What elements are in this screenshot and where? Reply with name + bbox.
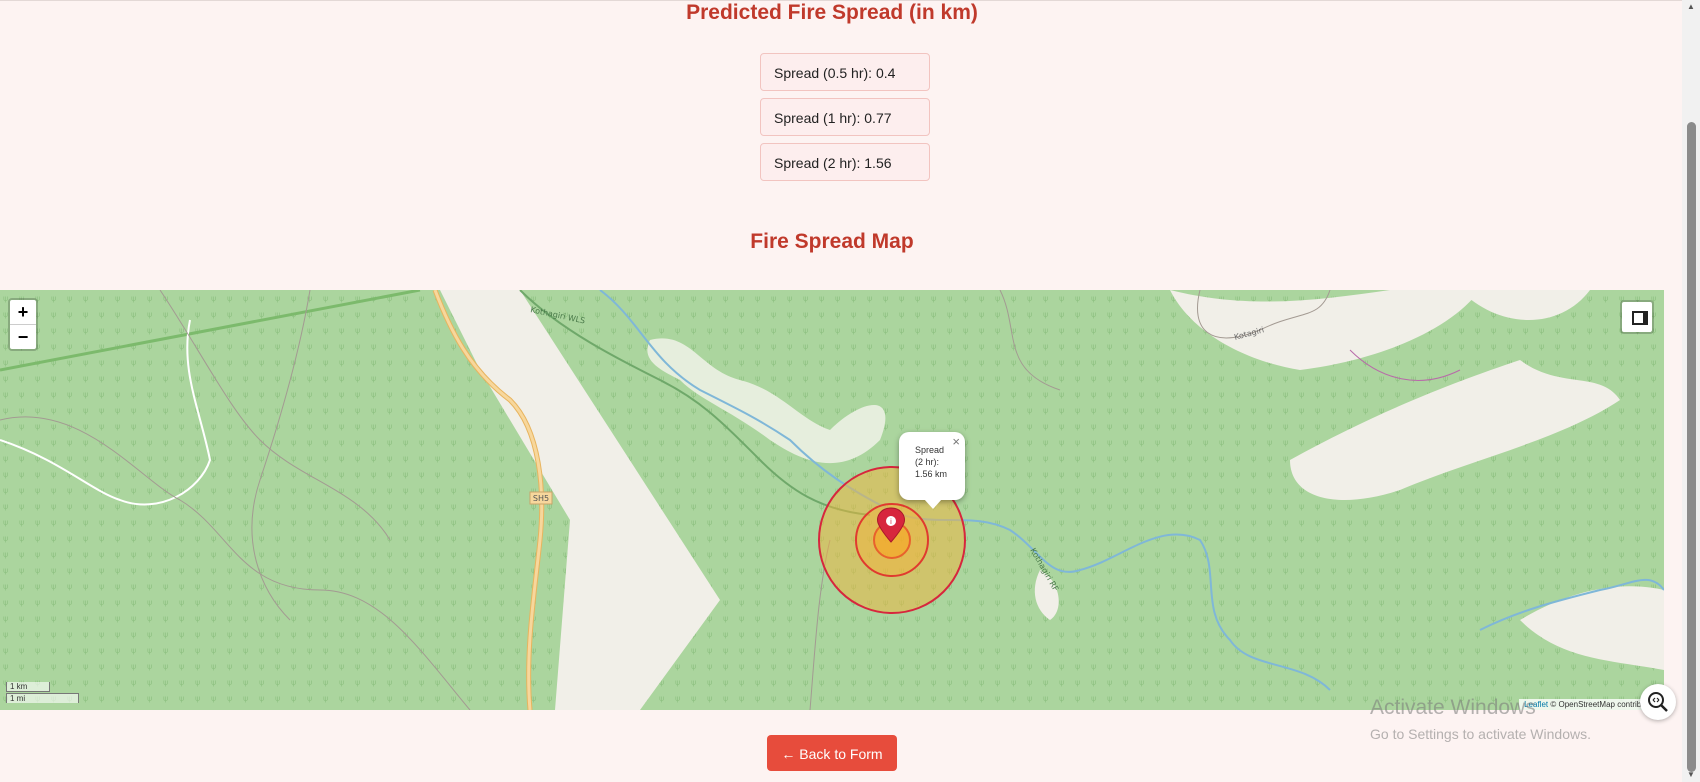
magnifier-icon[interactable]	[1640, 684, 1676, 720]
road-label-sh5: SH5	[533, 494, 549, 503]
scale-mi: 1 mi	[6, 693, 79, 703]
zoom-control: + −	[8, 298, 38, 351]
activate-windows-watermark: Activate Windows Go to Settings to activ…	[1370, 696, 1591, 742]
scale-km: 1 km	[6, 682, 50, 692]
spread-item-1hr: Spread (1 hr): 0.77	[760, 98, 930, 136]
map-scale: 1 km 1 mi	[6, 682, 79, 703]
predicted-spread-title: Predicted Fire Spread (in km)	[686, 1, 978, 24]
fire-spread-map-title: Fire Spread Map	[750, 230, 914, 253]
spread-item-0-5hr: Spread (0.5 hr): 0.4	[760, 53, 930, 91]
zoom-in-button[interactable]: +	[10, 300, 36, 324]
map-tiles: ψ	[0, 290, 1664, 710]
popup-close-button[interactable]: ×	[952, 434, 960, 449]
back-to-form-button[interactable]: ← Back to Form	[767, 735, 897, 771]
scroll-thumb[interactable]	[1687, 122, 1696, 772]
spread-list: Spread (0.5 hr): 0.4 Spread (1 hr): 0.77…	[760, 53, 930, 188]
fullscreen-icon	[1632, 311, 1648, 325]
scroll-down-arrow-icon[interactable]: ▼	[1687, 770, 1695, 779]
vertical-scrollbar[interactable]: ▲ ▼	[1682, 0, 1700, 782]
scroll-up-arrow-icon[interactable]: ▲	[1687, 2, 1695, 11]
spread-item-2hr: Spread (2 hr): 1.56	[760, 143, 930, 181]
watermark-title: Activate Windows	[1370, 696, 1536, 719]
spread-popup: Spread (2 hr): 1.56 km ×	[899, 432, 965, 509]
fire-spread-map[interactable]: ψ	[0, 290, 1664, 710]
popup-text: Spread (2 hr): 1.56 km	[915, 445, 948, 479]
watermark-subtitle: Go to Settings to activate Windows.	[1370, 726, 1591, 742]
page: Predicted Fire Spread (in km) Spread (0.…	[0, 0, 1682, 782]
zoom-out-button[interactable]: −	[10, 324, 36, 349]
fullscreen-button[interactable]	[1620, 300, 1654, 334]
svg-text:i: i	[890, 518, 892, 526]
